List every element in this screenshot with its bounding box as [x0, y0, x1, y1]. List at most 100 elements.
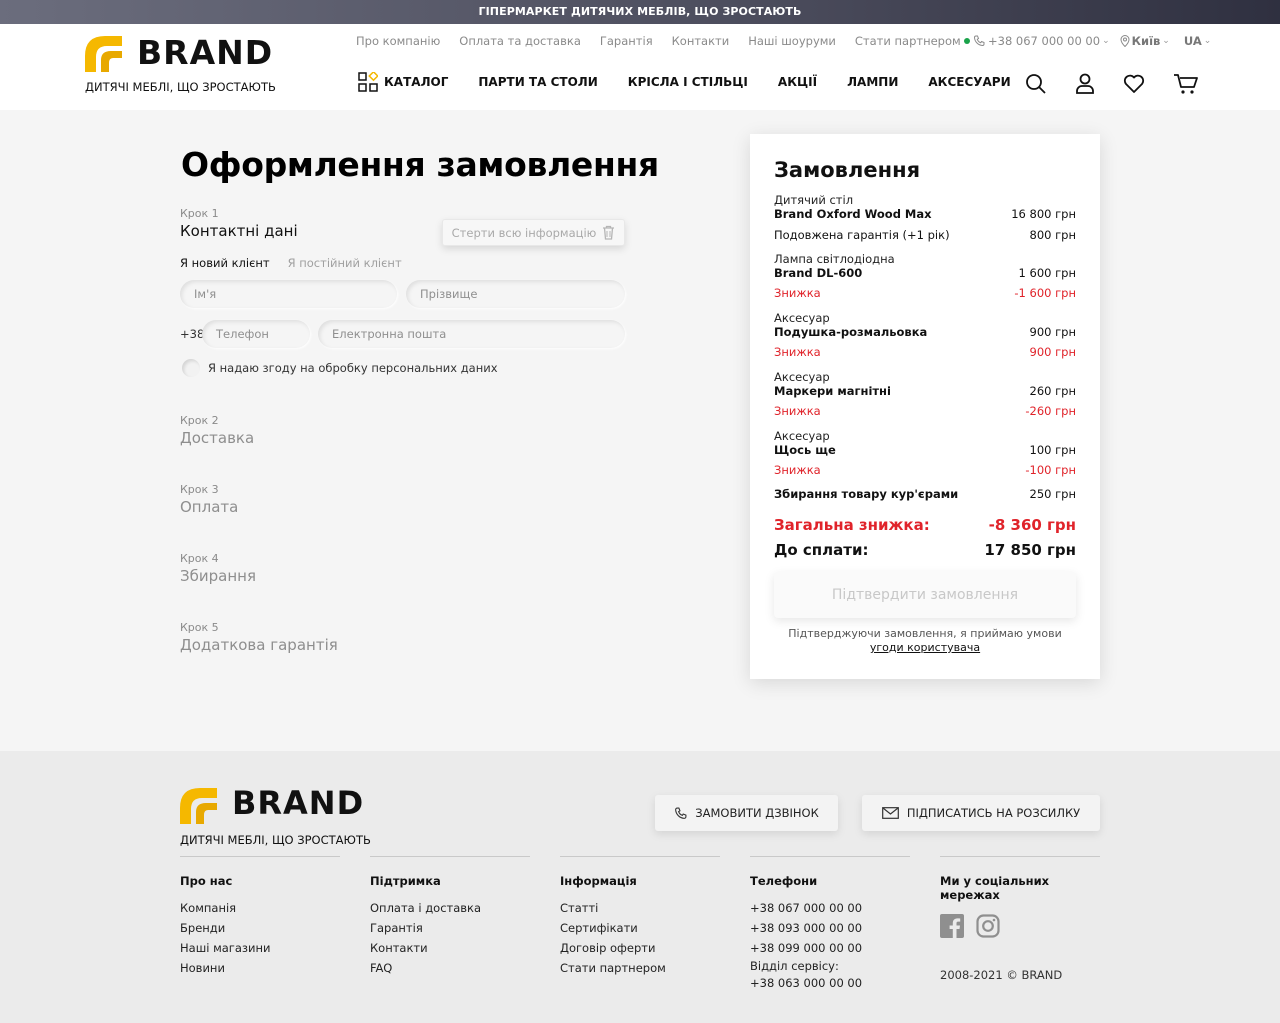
item-price: 16 800 грн: [1011, 207, 1076, 221]
confirm-order-button[interactable]: Підтвердити замовлення: [774, 572, 1076, 618]
discount-value: -100 грн: [1025, 463, 1076, 477]
phone-icon: [973, 35, 985, 47]
item-category: Аксесуар: [774, 311, 830, 325]
item-category: Лампа світлодіодна: [774, 252, 895, 266]
footer-link[interactable]: Оплата і доставка: [370, 898, 530, 918]
item-category: Аксесуар: [774, 429, 830, 443]
order-title: Замовлення: [774, 158, 921, 182]
step-delivery[interactable]: Крок 2 Доставка: [180, 414, 254, 447]
step-title: Доставка: [180, 429, 255, 447]
consent-row[interactable]: Я надаю згоду на обробку персональних да…: [182, 359, 498, 377]
tab-existing-client[interactable]: Я постійний клієнт: [288, 256, 402, 270]
footer-phone[interactable]: +38 067 000 00 00: [750, 898, 910, 918]
item-name: Подовжена гарантія (+1 рік): [774, 228, 950, 242]
page-title: Оформлення замовлення: [181, 145, 659, 184]
cart-icon[interactable]: [1173, 73, 1199, 95]
step-extra-warranty[interactable]: Крок 5 Додаткова гарантія: [180, 621, 338, 654]
footer-link[interactable]: FAQ: [370, 958, 530, 978]
chevron-down-icon[interactable]: ⌄: [1204, 36, 1212, 46]
step-number: Крок 5: [180, 621, 219, 634]
clear-info-button[interactable]: Стерти всю інформацію: [442, 219, 625, 246]
user-icon[interactable]: [1075, 73, 1095, 95]
order-summary: Замовлення Дитячий стіл Brand Oxford Woo…: [750, 134, 1100, 679]
search-icon[interactable]: [1025, 73, 1047, 95]
footer-col-title: Телефони: [750, 874, 818, 888]
subnav-contacts[interactable]: Контакти: [672, 34, 730, 48]
footer-link[interactable]: Бренди: [180, 918, 340, 938]
email-field[interactable]: Електронна пошта: [318, 320, 625, 348]
footer-phone[interactable]: +38 099 000 00 00: [750, 938, 910, 958]
to-pay-label: До сплати:: [774, 541, 869, 559]
item-name: Brand DL-600: [774, 266, 863, 280]
language-selector[interactable]: UA: [1184, 34, 1202, 48]
footer-link[interactable]: Стати партнером: [560, 958, 720, 978]
phone-icon: [675, 807, 687, 819]
terms-link[interactable]: угоди користувача: [870, 641, 980, 654]
footer-link[interactable]: Сертифікати: [560, 918, 720, 938]
footer-link[interactable]: Наші магазини: [180, 938, 340, 958]
subnav-payment-delivery[interactable]: Оплата та доставка: [459, 34, 581, 48]
footer-link[interactable]: Контакти: [370, 938, 530, 958]
order-item-assembly: Збирання товару кур'єрами 250 грн: [774, 487, 1076, 501]
step-number: Крок 3: [180, 483, 219, 496]
total-discount-value: -8 360 грн: [988, 516, 1076, 534]
subnav-warranty[interactable]: Гарантія: [600, 34, 653, 48]
nav-chairs[interactable]: КРІСЛА І СТІЛЬЦІ: [628, 75, 748, 89]
catalog-menu[interactable]: КАТАЛОГ: [358, 72, 448, 92]
header-phone[interactable]: +38 067 000 00 00: [988, 34, 1100, 48]
step-payment[interactable]: Крок 3 Оплата: [180, 483, 238, 516]
terms-text: Підтверджуючи замовлення, я приймаю умов…: [788, 627, 1062, 640]
chevron-down-icon[interactable]: ⌄: [1162, 36, 1170, 46]
terms-note: Підтверджуючи замовлення, я приймаю умов…: [774, 627, 1076, 655]
step-assembly[interactable]: Крок 4 Збирання: [180, 552, 256, 585]
consent-checkbox[interactable]: [182, 359, 200, 377]
footer-link[interactable]: Статті: [560, 898, 720, 918]
header-icons: [1025, 73, 1227, 95]
client-type-tabs: Я новий клієнт Я постійний клієнт: [180, 256, 402, 270]
item-price: 800 грн: [1029, 228, 1076, 242]
nav-desks-tables[interactable]: ПАРТИ ТА СТОЛИ: [478, 75, 597, 89]
main-nav: КАТАЛОГ ПАРТИ ТА СТОЛИ КРІСЛА І СТІЛЬЦІ …: [358, 72, 1041, 92]
last-name-field[interactable]: Прізвище: [406, 280, 625, 308]
subnav-partner[interactable]: Стати партнером: [855, 34, 961, 48]
phone-field[interactable]: Телефон: [202, 320, 310, 348]
header-contact-area: +38 067 000 00 00 ⌄ Київ ⌄ UA ⌄: [964, 34, 1211, 48]
site-header: BRAND ДИТЯЧІ МЕБЛІ, ЩО ЗРОСТАЮТЬ Про ком…: [0, 24, 1280, 110]
first-name-field[interactable]: Ім'я: [180, 280, 397, 308]
subnav-showrooms[interactable]: Наші шоуруми: [748, 34, 836, 48]
service-phone[interactable]: +38 063 000 00 00: [750, 975, 910, 992]
heart-icon[interactable]: [1123, 74, 1145, 94]
tab-new-client[interactable]: Я новий клієнт: [180, 256, 270, 270]
footer-col-title: Інформація: [560, 874, 637, 888]
step-number: Крок 1: [180, 207, 219, 220]
step-contact: Крок 1 Контактні дані: [180, 207, 298, 240]
nav-lamps[interactable]: ЛАМПИ: [847, 75, 898, 89]
instagram-icon[interactable]: [976, 914, 1000, 938]
item-name: Подушка-розмальовка: [774, 325, 928, 339]
subnav-about[interactable]: Про компанію: [356, 34, 440, 48]
city-selector[interactable]: Київ: [1132, 34, 1161, 48]
brand-tagline: ДИТЯЧІ МЕБЛІ, ЩО ЗРОСТАЮТЬ: [180, 833, 371, 847]
brand-wordmark: BRAND: [232, 784, 365, 822]
copyright: 2008-2021 © BRAND: [940, 968, 1063, 982]
order-call-button[interactable]: ЗАМОВИТИ ДЗВІНОК: [655, 795, 838, 831]
to-pay-row: До сплати: 17 850 грн: [774, 541, 1076, 559]
social-links: [940, 914, 1100, 938]
catalog-grid-icon: [358, 72, 378, 92]
location-pin-icon: [1120, 35, 1130, 47]
facebook-icon[interactable]: [940, 914, 964, 938]
footer-link[interactable]: Гарантія: [370, 918, 530, 938]
nav-promotions[interactable]: АКЦІЇ: [778, 75, 817, 89]
to-pay-value: 17 850 грн: [984, 541, 1076, 559]
site-footer: BRAND ДИТЯЧІ МЕБЛІ, ЩО ЗРОСТАЮТЬ ЗАМОВИТ…: [0, 751, 1280, 1023]
footer-col-phones: Телефони +38 067 000 00 00 +38 093 000 0…: [750, 856, 910, 992]
footer-link[interactable]: Новини: [180, 958, 340, 978]
step-number: Крок 4: [180, 552, 219, 565]
subscribe-button[interactable]: ПІДПИСАТИСЬ НА РОЗСИЛКУ: [862, 795, 1100, 831]
nav-accessories[interactable]: АКСЕСУАРИ: [928, 75, 1010, 89]
step-title: Додаткова гарантія: [180, 636, 338, 654]
footer-link[interactable]: Договір оферти: [560, 938, 720, 958]
footer-phone[interactable]: +38 093 000 00 00: [750, 918, 910, 938]
footer-link[interactable]: Компанія: [180, 898, 340, 918]
chevron-down-icon[interactable]: ⌄: [1102, 36, 1110, 46]
